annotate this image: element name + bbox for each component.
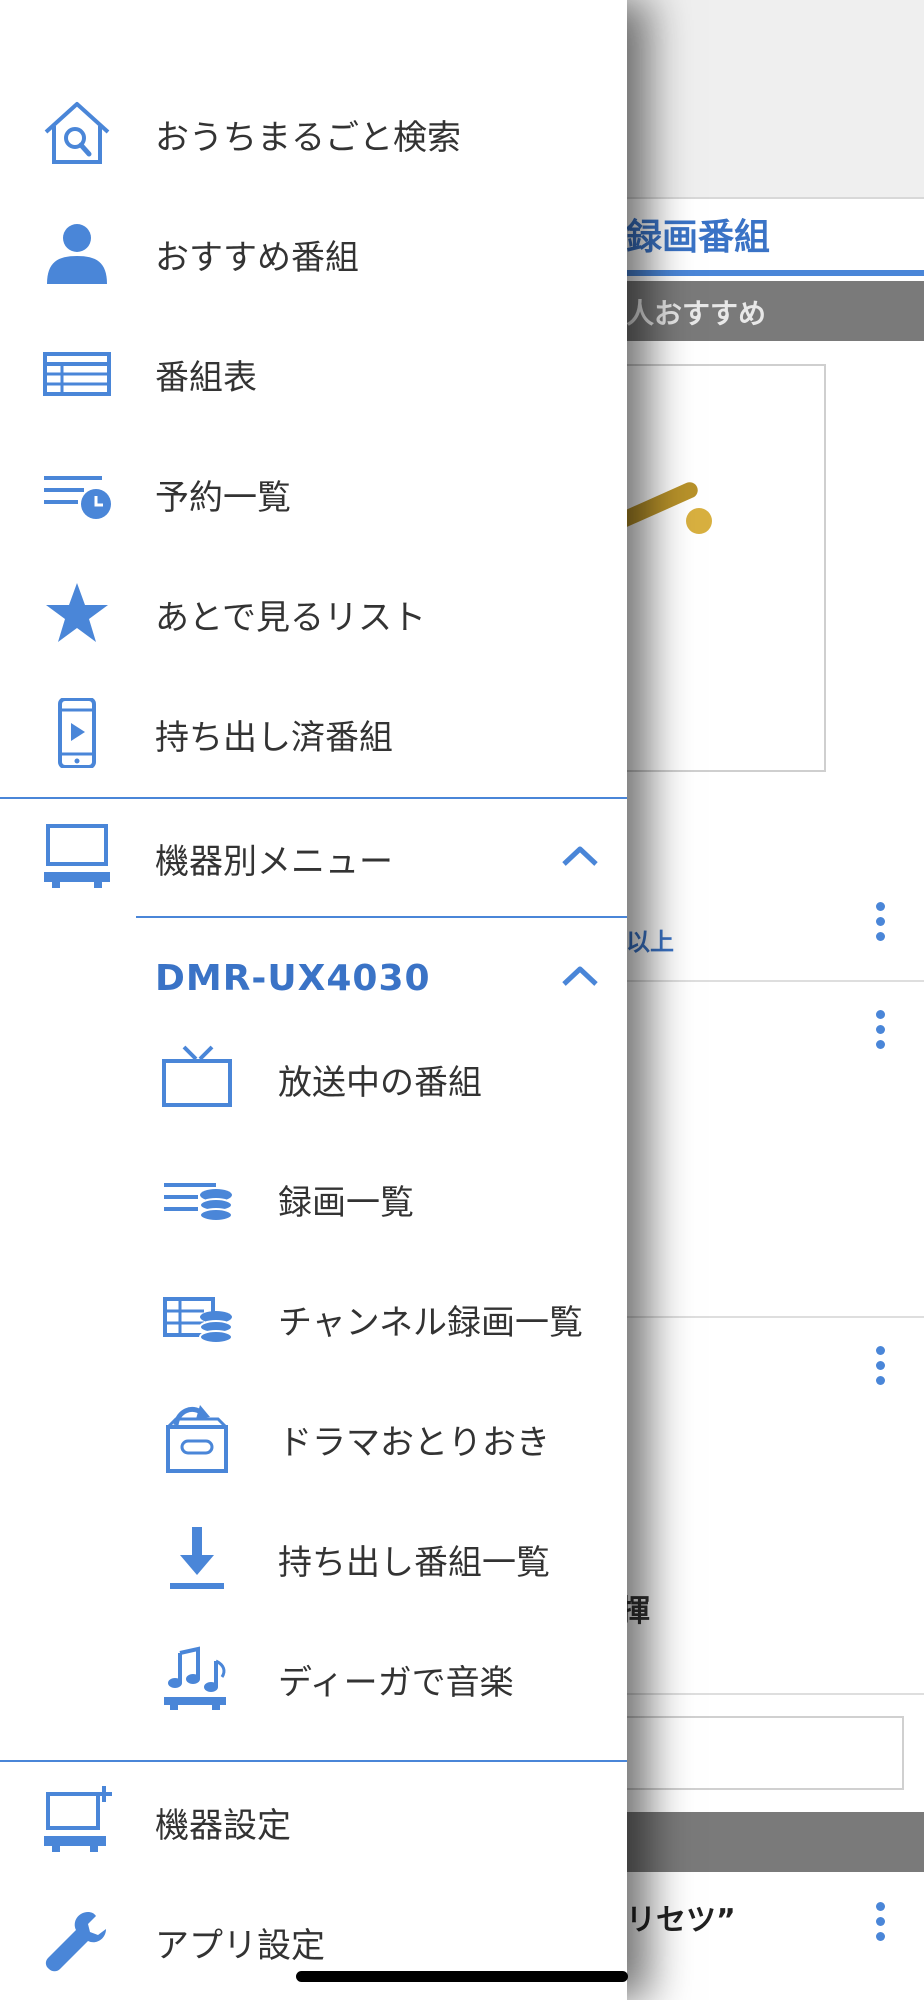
device-menu-toggle[interactable]: 機器別メニュー bbox=[0, 806, 627, 906]
device-divider bbox=[136, 916, 627, 918]
menu-item-label: 機器設定 bbox=[155, 1806, 291, 1846]
background-input[interactable] bbox=[600, 1716, 904, 1790]
device-item-label: 放送中の番組 bbox=[278, 1063, 482, 1103]
background-meta-text: 以上 bbox=[626, 928, 674, 956]
chevron-up-icon bbox=[560, 956, 600, 996]
background-thumbnail-object-tip bbox=[686, 508, 712, 534]
more-options-icon[interactable] bbox=[876, 1346, 886, 1391]
menu-item-label: 予約一覧 bbox=[155, 478, 291, 518]
download-icon bbox=[160, 1523, 234, 1593]
device-item-label: 録画一覧 bbox=[278, 1183, 414, 1223]
background-title: 録画番組 bbox=[626, 217, 771, 258]
navigation-drawer: おうちまるごと検索 おすすめ番組 番組表 予約一覧 あとで見るリスト 持ち出し済… bbox=[0, 0, 627, 2000]
more-options-icon[interactable] bbox=[876, 1010, 886, 1055]
device-settings-icon bbox=[40, 1786, 114, 1856]
device-item-drama-keep[interactable]: ドラマおとりおき bbox=[0, 1387, 627, 1487]
home-indicator[interactable] bbox=[296, 1971, 628, 1982]
device-item-label: 持ち出し番組一覧 bbox=[278, 1543, 550, 1583]
device-item-takeout-list[interactable]: 持ち出し番組一覧 bbox=[0, 1507, 627, 1607]
channel-recording-icon bbox=[160, 1283, 234, 1353]
menu-item-device-settings[interactable]: 機器設定 bbox=[0, 1770, 627, 1870]
device-item-music[interactable]: ディーガで音楽 bbox=[0, 1627, 627, 1727]
chevron-up-icon bbox=[560, 836, 600, 876]
background-divider bbox=[600, 1316, 924, 1318]
background-header bbox=[600, 0, 924, 199]
reservation-list-icon bbox=[40, 458, 114, 528]
phone-play-icon bbox=[40, 698, 114, 768]
device-item-label: ドラマおとりおき bbox=[278, 1423, 550, 1463]
wrench-icon bbox=[40, 1906, 114, 1976]
more-options-icon[interactable] bbox=[876, 1902, 886, 1947]
recording-list-icon bbox=[160, 1163, 234, 1233]
person-icon bbox=[40, 218, 114, 288]
background-divider bbox=[600, 1693, 924, 1695]
menu-item-taken-out[interactable]: 持ち出し済番組 bbox=[0, 682, 627, 782]
menu-divider bbox=[0, 1760, 627, 1762]
background-divider bbox=[600, 980, 924, 982]
device-menu-label: 機器別メニュー bbox=[155, 842, 393, 882]
home-search-icon bbox=[40, 98, 114, 168]
menu-divider bbox=[0, 797, 627, 799]
monitor-icon bbox=[40, 822, 114, 892]
device-item-channel-recordings[interactable]: チャンネル録画一覧 bbox=[0, 1267, 627, 1367]
menu-item-label: アプリ設定 bbox=[155, 1926, 325, 1966]
menu-item-label: おすすめ番組 bbox=[155, 238, 359, 278]
device-item-recordings[interactable]: 録画一覧 bbox=[0, 1147, 627, 1247]
device-item-live-tv[interactable]: 放送中の番組 bbox=[0, 1027, 627, 1127]
background-title-underline bbox=[600, 270, 924, 276]
music-icon bbox=[160, 1643, 234, 1713]
menu-item-program-guide[interactable]: 番組表 bbox=[0, 322, 627, 422]
device-name: DMR-UX4030 bbox=[155, 958, 431, 999]
menu-item-recommended[interactable]: おすすめ番組 bbox=[0, 202, 627, 302]
program-guide-icon bbox=[40, 338, 114, 408]
menu-item-reservations[interactable]: 予約一覧 bbox=[0, 442, 627, 542]
background-item-title: リセツ” bbox=[626, 1903, 736, 1938]
star-icon bbox=[40, 578, 114, 648]
device-item-label: チャンネル録画一覧 bbox=[278, 1303, 583, 1343]
more-options-icon[interactable] bbox=[876, 902, 886, 947]
drama-box-icon bbox=[160, 1403, 234, 1473]
background-section-bar bbox=[600, 1812, 924, 1872]
menu-item-label: 番組表 bbox=[155, 358, 257, 398]
device-item-label: ディーガで音楽 bbox=[278, 1663, 514, 1703]
menu-item-label: あとで見るリスト bbox=[155, 598, 426, 638]
menu-item-label: 持ち出し済番組 bbox=[155, 718, 393, 758]
tv-icon bbox=[160, 1043, 234, 1113]
menu-item-label: おうちまるごと検索 bbox=[155, 118, 461, 158]
menu-item-home-search[interactable]: おうちまるごと検索 bbox=[0, 82, 627, 182]
background-section-label: 人おすすめ bbox=[626, 297, 767, 330]
menu-item-watch-later[interactable]: あとで見るリスト bbox=[0, 562, 627, 662]
